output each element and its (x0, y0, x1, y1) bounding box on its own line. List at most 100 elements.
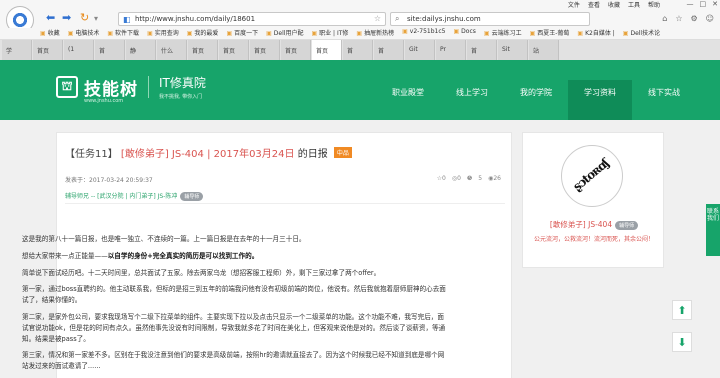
title-bar: 文件 查看 收藏 工具 帮助 — □ ✕ (0, 0, 720, 9)
mentor-link[interactable]: [武汉分院 | 内门弟子] JS-陈冲 (97, 193, 177, 200)
post-time: 发表于：2017-03-24 20:59:37 (65, 177, 153, 184)
avatar-ink: ʂɔtoʀɑʃ (570, 156, 611, 194)
article-stats: ☆0 ◎0 ❺ 5 ◉26 (437, 175, 501, 182)
browser-tab[interactable]: 首页 (219, 40, 249, 60)
author-signature: 公元流河，公救流河！流河而死，其余公闷！ (533, 236, 654, 243)
search-icon: ⌕ (395, 14, 400, 23)
paragraph: 第二家，是家外包公司，要求我现场写个二级下拉菜单的组件。主要实现下拉以及点击只显… (22, 312, 446, 343)
page-content: 【任务11】 [敢修弟子] JS-404 | 2017年03月24日 的日报 中… (0, 120, 720, 378)
browser-tab[interactable]: 静 (126, 40, 156, 60)
nav-item-offline-practice[interactable]: 线下实战 (632, 80, 696, 120)
level-badge: 中品 (333, 147, 352, 158)
browser-tab[interactable]: 站 (529, 40, 559, 60)
chevron-down-icon[interactable]: ▾ (94, 14, 98, 23)
paragraph: 这是我的第八十一篇日报，也是唯一独立、不连续的一篇。上一篇日报是在去年的十一月三… (22, 235, 306, 243)
floating-buttons: ⬆ ⬇ (672, 300, 694, 364)
paragraph: 第一家，通过boss直聘约的。他主动联系我，但标的是招三到五年的前端我问他有没有… (22, 285, 446, 305)
bookmark-item[interactable]: 职业 | IT修 (311, 28, 348, 39)
browser-tab[interactable]: Git (405, 40, 435, 60)
bookmark-item[interactable]: 抽屉新热榜 (356, 28, 394, 39)
divider (65, 203, 505, 204)
like-count[interactable]: ☆0 (437, 175, 446, 182)
browser-tab[interactable]: 首页 (250, 40, 280, 60)
nav-item-learning-materials[interactable]: 学习资料 (568, 80, 632, 120)
minimize-button[interactable]: — (687, 0, 694, 8)
nav-item-career[interactable]: 职业殿堂 (376, 80, 440, 120)
rank-icon: ❺ (466, 175, 473, 182)
star-icon[interactable]: ☆ (675, 14, 682, 23)
author-name-text: [敢修弟子] JS-404 (549, 220, 613, 229)
browser-tab[interactable]: Pr (436, 40, 466, 60)
browser-tab[interactable]: 首页 (281, 40, 311, 60)
nav-item-my-college[interactable]: 我的学院 (504, 80, 568, 120)
toolbar-icons: ⌂ ☆ ⚙ ☺ (662, 14, 714, 23)
view-count: ◉26 (488, 175, 501, 182)
site-logo[interactable]: ⛫ 技能树 IT修真院 我不挑我, 带你入门 www.jnshu.com (56, 74, 206, 104)
logo-icon: ⛫ (56, 76, 78, 98)
logo-text: 技能树 (84, 79, 138, 100)
home-icon[interactable]: ⌂ (662, 14, 667, 23)
bookmark-item[interactable]: 西夏王-葡萄 (530, 28, 569, 39)
bookmark-item[interactable]: 百度一下 (226, 28, 258, 39)
browser-tab-active[interactable]: 首页 (312, 40, 342, 60)
address-text: http://www.jnshu.com/daily/18601 (135, 15, 256, 23)
bookmark-item[interactable]: v2-751b1c5 (402, 28, 446, 39)
browser-tab[interactable]: (1 (64, 40, 94, 60)
bookmark-item[interactable]: 收藏 (40, 28, 60, 39)
title-author-date[interactable]: [敢修弟子] JS-404 | 2017年03月24日 (121, 149, 295, 160)
author-pill: 辅导师 (615, 221, 639, 230)
favorite-star-icon[interactable]: ☆ (374, 14, 381, 23)
window-controls: — □ ✕ (687, 0, 719, 8)
comment-count[interactable]: ◎0 (452, 175, 461, 182)
settings-icon[interactable]: ⚙ (690, 14, 697, 23)
search-query: site:dailys.jnshu.com (407, 15, 481, 23)
close-button[interactable]: ✕ (712, 0, 718, 8)
tab-strip: 学 首页 (1 首 静 什么 首页 首页 首页 首页 首页 首 首 Git Pr… (0, 40, 720, 60)
bookmark-item[interactable]: 我的最爱 (187, 28, 218, 39)
bookmark-item[interactable]: Docs (454, 28, 476, 39)
bookmark-item[interactable]: 电脑技术 (68, 28, 99, 39)
main-nav: 职业殿堂 线上学习 我的学院 学习资料 线下实战 (376, 80, 696, 120)
site-header: ⛫ 技能树 IT修真院 我不挑我, 带你入门 www.jnshu.com 职业殿… (0, 60, 720, 120)
bookmarks-bar: 收藏 电脑技术 软件下载 实用查询 我的最爱 百度一下 Dell用户配 职业 |… (0, 28, 720, 40)
rank-count: 5 (478, 175, 483, 182)
paragraph: 想给大家带来一点正能量——以自学的身份+完全真实的简历是可以找到工作的。 (22, 251, 450, 262)
search-box[interactable]: ⌕ site:dailys.jnshu.com (390, 12, 590, 26)
browser-tab[interactable]: 首 (343, 40, 373, 60)
bookmark-item[interactable]: Dell用户配 (266, 28, 304, 39)
maximize-button[interactable]: □ (700, 0, 707, 8)
task-label: 【任务11】 (65, 149, 118, 160)
logo-slogan: 我不挑我, 带你入门 (159, 94, 203, 100)
author-name[interactable]: [敢修弟子] JS-404 辅导师 (523, 219, 665, 230)
bookmark-item[interactable]: 云端练习工 (484, 28, 522, 39)
browser-tab[interactable]: 首页 (33, 40, 63, 60)
browser-tab[interactable]: 首 (467, 40, 497, 60)
browser-tab[interactable]: Sit (498, 40, 528, 60)
smile-icon[interactable]: ☺ (706, 14, 714, 23)
refresh-icon[interactable]: ↻ (80, 11, 89, 24)
author-card: ʂɔtoʀɑʃ [敢修弟子] JS-404 辅导师 公元流河，公救流河！流河而死，… (522, 132, 664, 268)
avatar[interactable]: ʂɔtoʀɑʃ (561, 145, 623, 207)
arrow-down-icon[interactable]: ⬇ (672, 332, 692, 352)
browser-tab[interactable]: 学 (2, 40, 32, 60)
contact-us-tab[interactable]: 联系我们 (706, 204, 720, 256)
bookmark-item[interactable]: 软件下载 (107, 28, 139, 39)
arrow-up-icon[interactable]: ⬆ (672, 300, 692, 320)
back-arrow-icon[interactable]: ⬅ (46, 11, 55, 24)
browser-tab[interactable]: 什么 (157, 40, 187, 60)
mentor-label: 辅导师兄 -- (65, 193, 98, 200)
address-bar[interactable]: ◧ http://www.jnshu.com/daily/18601 ☆ (118, 12, 386, 26)
logo-divider (148, 76, 149, 98)
page-icon: ◧ (123, 15, 131, 24)
article-body: 这是我的第八十一篇日报，也是唯一独立、不连续的一篇。上一篇日报是在去年的十一月三… (22, 234, 450, 378)
browser-tab[interactable]: 首页 (188, 40, 218, 60)
paragraph: 简单说下面试经历吧。十二天时间里，总共面试了五家。除去两家乌龙（想招客服工程师）… (22, 268, 381, 277)
mentor-pill: 辅导师 (180, 192, 204, 201)
browser-tab[interactable]: 首 (374, 40, 404, 60)
nav-item-online-learning[interactable]: 线上学习 (440, 80, 504, 120)
browser-tab[interactable]: 首 (95, 40, 125, 60)
bookmark-item[interactable]: Dell技术论 (623, 28, 660, 39)
forward-arrow-icon[interactable]: ➡ (62, 11, 71, 24)
bookmark-item[interactable]: 实用查询 (147, 28, 179, 39)
bookmark-item[interactable]: K2自媒体 | (577, 28, 615, 39)
